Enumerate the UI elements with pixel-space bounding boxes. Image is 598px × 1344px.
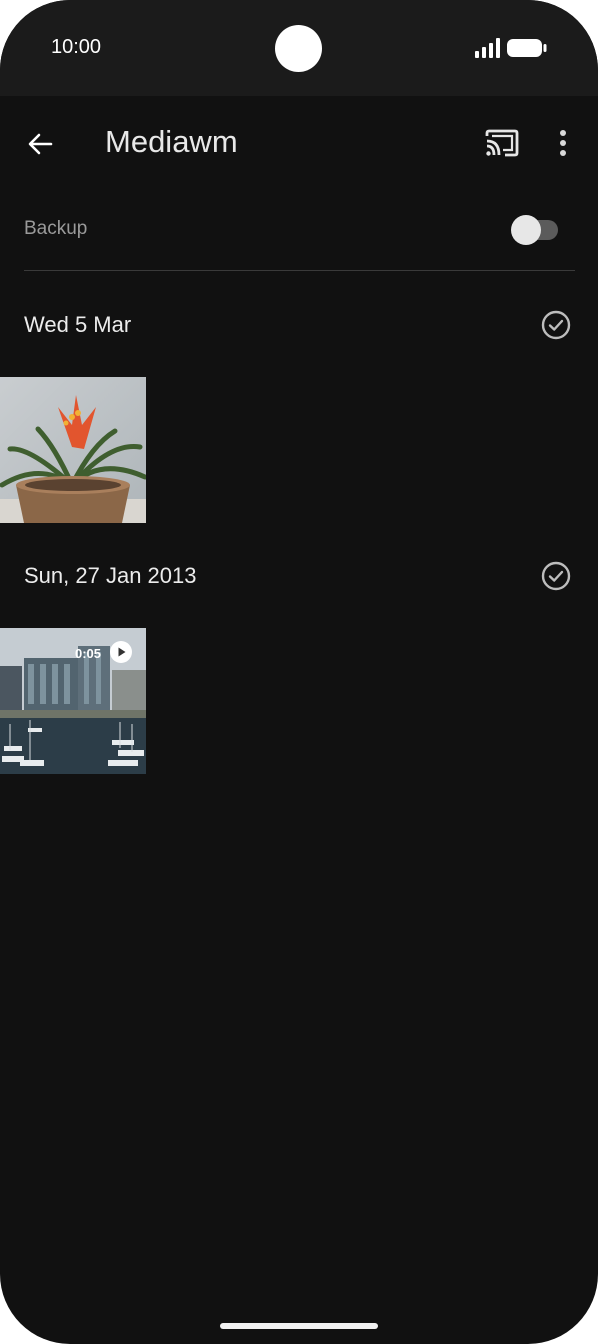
more-vert-icon[interactable] [553,128,573,158]
backup-label: Backup [24,218,88,239]
section-date: Sun, 27 Jan 2013 [24,563,197,588]
divider [24,270,575,271]
photo-thumbnail[interactable] [0,377,146,523]
bromeliad-photo [0,377,146,523]
status-time: 10:00 [51,36,102,58]
status-bar: 10:00 [0,0,598,96]
section-date: Wed 5 Mar [24,312,132,337]
check-circle-icon[interactable] [540,560,572,592]
camera-cutout [275,25,322,72]
page-title: Mediawm [105,124,238,159]
battery-icon [507,39,547,57]
arrow-back-icon[interactable] [26,130,54,158]
cast-icon[interactable] [484,128,520,158]
play-circle-icon[interactable] [110,641,132,663]
home-indicator[interactable] [220,1323,378,1329]
video-duration: 0:05 [75,646,102,661]
signal-icon [475,38,500,58]
phone-screen: 10:00 Mediawm Backup Wed 5 Mar Sun, 27 J… [0,0,598,1344]
check-circle-icon[interactable] [540,309,572,341]
toggle-knob[interactable] [511,215,541,245]
